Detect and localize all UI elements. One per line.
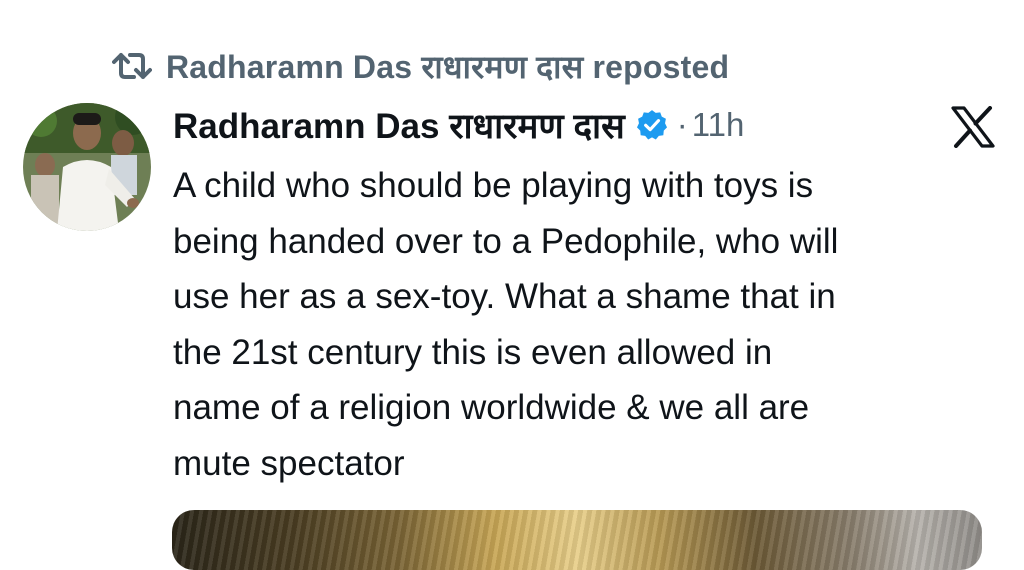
timestamp[interactable]: 11h xyxy=(692,106,745,144)
tweet-text: A child who should be playing with toys … xyxy=(173,158,1003,491)
x-logo-icon[interactable] xyxy=(948,104,998,150)
tweet-text-line: the 21st century this is even allowed in xyxy=(173,332,773,372)
tweet-text-line: being handed over to a Pedophile, who wi… xyxy=(173,221,839,261)
author-name[interactable]: Radharamn Das राधारमण दास xyxy=(173,102,625,149)
tweet-media-image[interactable] xyxy=(172,510,982,570)
repost-context[interactable]: Radharamn Das राधारमण दास reposted xyxy=(112,44,729,88)
repost-label: Radharamn Das राधारमण दास reposted xyxy=(166,48,730,85)
avatar-photo xyxy=(23,103,151,231)
tweet-text-line: A child who should be playing with toys … xyxy=(173,166,814,205)
repost-icon xyxy=(112,51,152,81)
verified-badge-icon xyxy=(635,108,669,142)
tweet-text-line: mute spectator xyxy=(173,443,405,483)
meta-separator: · xyxy=(676,106,688,143)
tweet-header: Radharamn Das राधारमण दास · 11h xyxy=(173,100,744,150)
tweet-text-line: name of a religion worldwide & we all ar… xyxy=(173,388,810,427)
tweet-text-line: use her as a sex-toy. What a shame that … xyxy=(173,277,836,316)
author-avatar[interactable] xyxy=(23,103,151,231)
